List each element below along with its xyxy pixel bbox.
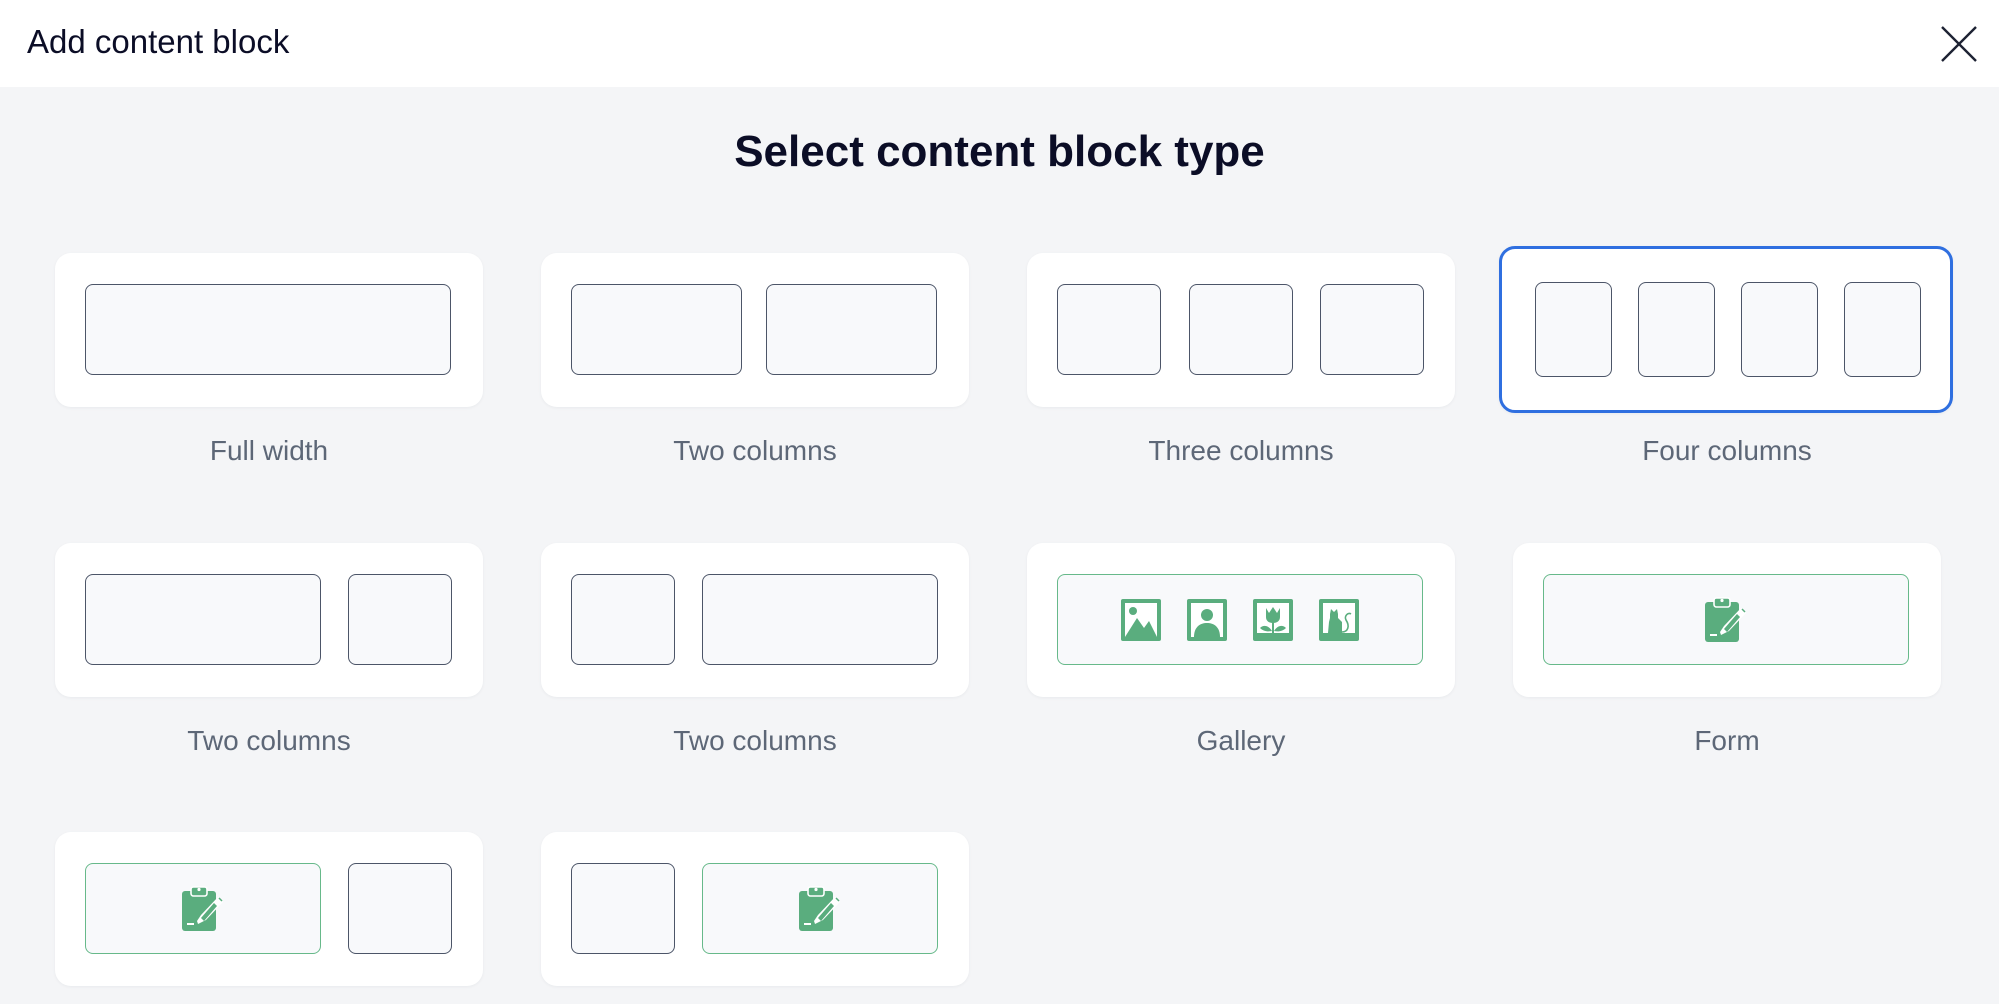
block-option-form-with-column[interactable] <box>55 832 483 986</box>
close-icon[interactable] <box>1936 21 1982 67</box>
block-option-gallery[interactable] <box>1027 543 1455 697</box>
clipboard-edit-icon <box>1703 596 1749 644</box>
column-preview <box>571 284 742 375</box>
block-option-label: Two columns <box>187 725 351 756</box>
block-option-label: Two columns <box>673 725 837 756</box>
form-preview <box>1543 574 1909 665</box>
block-option-four-columns[interactable] <box>1499 246 1953 413</box>
column-preview <box>1535 282 1612 377</box>
column-preview <box>1057 284 1161 375</box>
column-preview <box>766 284 937 375</box>
column-preview <box>85 284 451 375</box>
page-title: Select content block type <box>734 127 1265 176</box>
column-preview <box>348 863 452 954</box>
column-preview <box>702 574 938 665</box>
clipboard-edit-icon <box>797 885 843 933</box>
column-preview <box>85 574 321 665</box>
dialog-header: Add content block <box>0 0 1999 87</box>
block-option-label: Full width <box>209 435 329 466</box>
column-preview <box>571 574 675 665</box>
column-preview <box>1741 282 1818 377</box>
block-option-label: Two columns <box>673 435 837 466</box>
column-preview <box>571 863 675 954</box>
block-option-two-columns-wide-left[interactable] <box>55 543 483 697</box>
block-option-column-with-form[interactable] <box>541 832 969 986</box>
block-option-label: Three columns <box>1148 435 1334 466</box>
block-option-label: Form <box>1694 725 1760 756</box>
column-preview <box>1638 282 1715 377</box>
block-option-form[interactable] <box>1513 543 1941 697</box>
flower-image-icon <box>1253 598 1293 641</box>
block-option-two-columns-wide-right[interactable] <box>541 543 969 697</box>
block-option-full-width[interactable] <box>55 253 483 407</box>
form-preview <box>702 863 938 954</box>
column-preview <box>1844 282 1921 377</box>
clipboard-edit-icon <box>180 885 226 933</box>
landscape-image-icon <box>1121 598 1161 641</box>
block-option-label: Gallery <box>1196 725 1286 756</box>
block-option-two-columns[interactable] <box>541 253 969 407</box>
close-button[interactable] <box>1936 21 1982 67</box>
portrait-image-icon <box>1187 598 1227 641</box>
column-preview <box>1320 284 1424 375</box>
column-preview <box>1189 284 1293 375</box>
form-preview <box>85 863 321 954</box>
gallery-preview <box>1057 574 1423 665</box>
cat-image-icon <box>1319 598 1359 641</box>
block-option-label: Four columns <box>1642 435 1812 466</box>
dialog-title: Add content block <box>27 23 290 60</box>
block-option-three-columns[interactable] <box>1027 253 1455 407</box>
column-preview <box>348 574 452 665</box>
